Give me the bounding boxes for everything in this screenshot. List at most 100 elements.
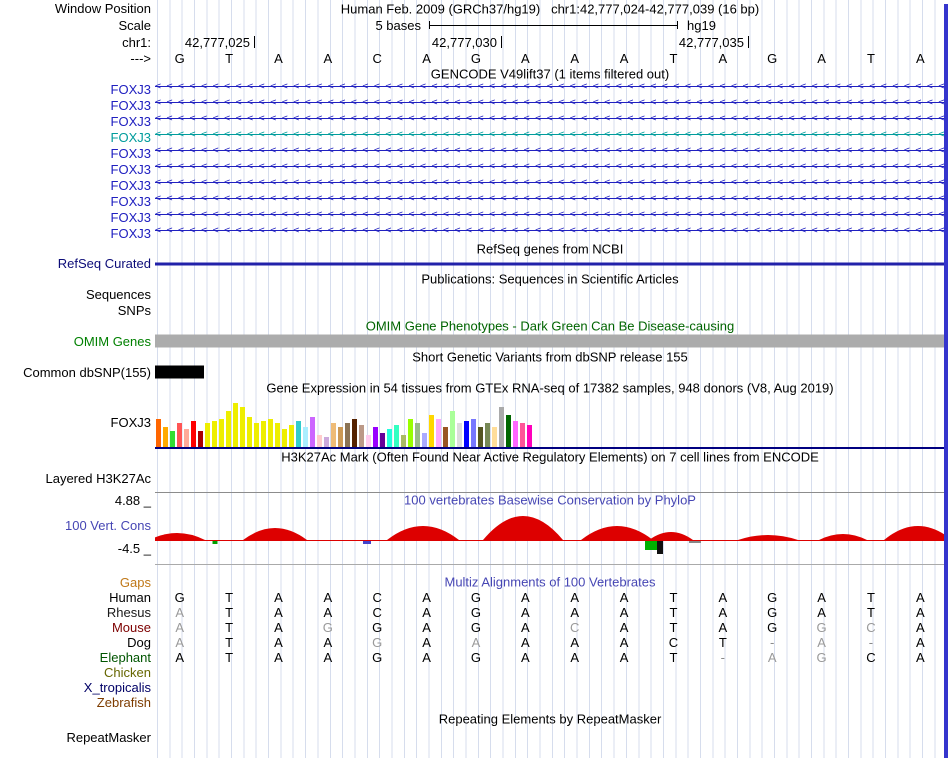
gtex-bar[interactable] — [261, 421, 266, 447]
gtex-bar[interactable] — [345, 423, 350, 447]
transcript-arrow-line[interactable]: <<<<<<<<<<<<<<<<<<<<<<<<<<<<<<<<<<<<<<<<… — [155, 113, 945, 125]
gtex-bar[interactable] — [422, 433, 427, 447]
species-label[interactable]: Dog — [0, 635, 155, 650]
gtex-bar[interactable] — [233, 403, 238, 447]
gtex-bar[interactable] — [394, 425, 399, 447]
gtex-bar[interactable] — [303, 427, 308, 447]
gtex-bar[interactable] — [296, 421, 301, 447]
gtex-bar[interactable] — [331, 423, 336, 447]
common-dbsnp-label[interactable]: Common dbSNP(155) — [0, 365, 155, 380]
gencode-transcript-label[interactable]: FOXJ3 — [0, 82, 155, 97]
transcript-arrow-line[interactable]: <<<<<<<<<<<<<<<<<<<<<<<<<<<<<<<<<<<<<<<<… — [155, 177, 945, 189]
gtex-bar[interactable] — [310, 417, 315, 447]
refseq-gene-bar[interactable] — [155, 262, 945, 265]
gtex-bar[interactable] — [506, 415, 511, 447]
gtex-bar[interactable] — [289, 425, 294, 447]
transcript-arrow-line[interactable]: <<<<<<<<<<<<<<<<<<<<<<<<<<<<<<<<<<<<<<<<… — [155, 129, 945, 141]
gtex-bar[interactable] — [429, 415, 434, 447]
gtex-bar[interactable] — [163, 427, 168, 447]
gtex-bar[interactable] — [170, 431, 175, 447]
gtex-bar[interactable] — [156, 419, 161, 447]
gtex-bar[interactable] — [177, 423, 182, 447]
gtex-bar[interactable] — [373, 427, 378, 447]
gtex-bar[interactable] — [499, 407, 504, 447]
species-label[interactable]: Zebrafish — [0, 695, 155, 710]
gtex-bar[interactable] — [254, 423, 259, 447]
gtex-bar[interactable] — [198, 431, 203, 447]
gtex-bar[interactable] — [387, 429, 392, 447]
gtex-bar[interactable] — [485, 423, 490, 447]
gtex-bar[interactable] — [380, 433, 385, 447]
species-label[interactable]: X_tropicalis — [0, 680, 155, 695]
gencode-transcript-label[interactable]: FOXJ3 — [0, 194, 155, 209]
snps-label[interactable]: SNPs — [0, 303, 155, 318]
gencode-transcript-label[interactable]: FOXJ3 — [0, 226, 155, 241]
transcript-arrow-line[interactable]: <<<<<<<<<<<<<<<<<<<<<<<<<<<<<<<<<<<<<<<<… — [155, 145, 945, 157]
gaps-label[interactable]: Gaps — [0, 575, 155, 590]
sequence-base: G — [174, 50, 185, 66]
gtex-bar-chart[interactable] — [156, 397, 534, 447]
omim-genes-label[interactable]: OMIM Genes — [0, 334, 155, 349]
refseq-curated-label[interactable]: RefSeq Curated — [0, 256, 155, 271]
gtex-bar[interactable] — [450, 411, 455, 447]
gtex-bar[interactable] — [275, 423, 280, 447]
species-label[interactable]: Mouse — [0, 620, 155, 635]
gtex-bar[interactable] — [457, 423, 462, 447]
transcript-arrow-line[interactable]: <<<<<<<<<<<<<<<<<<<<<<<<<<<<<<<<<<<<<<<<… — [155, 97, 945, 109]
gencode-transcript-label[interactable]: FOXJ3 — [0, 146, 155, 161]
gtex-bar[interactable] — [401, 435, 406, 447]
layered-h3k27ac-label[interactable]: Layered H3K27Ac — [0, 471, 155, 486]
gtex-bar[interactable] — [359, 425, 364, 447]
repeatmasker-label[interactable]: RepeatMasker — [0, 730, 155, 745]
gtex-bar[interactable] — [324, 437, 329, 447]
species-label[interactable]: Chicken — [0, 665, 155, 680]
gtex-bar[interactable] — [205, 423, 210, 447]
gtex-bar[interactable] — [513, 421, 518, 447]
gtex-bar[interactable] — [415, 423, 420, 447]
gencode-transcript-label[interactable]: FOXJ3 — [0, 114, 155, 129]
sequences-label[interactable]: Sequences — [0, 287, 155, 302]
gtex-gene-label[interactable]: FOXJ3 — [0, 415, 155, 430]
gtex-bar[interactable] — [247, 417, 252, 447]
gencode-title: GENCODE V49lift37 (1 items filtered out) — [430, 66, 670, 81]
gtex-bar[interactable] — [436, 419, 441, 447]
gtex-bar[interactable] — [219, 419, 224, 447]
gtex-bar[interactable] — [527, 425, 532, 447]
gtex-bar[interactable] — [366, 435, 371, 447]
transcript-arrow-line[interactable]: <<<<<<<<<<<<<<<<<<<<<<<<<<<<<<<<<<<<<<<<… — [155, 193, 945, 205]
gtex-bar[interactable] — [520, 423, 525, 447]
transcript-arrow-line[interactable]: <<<<<<<<<<<<<<<<<<<<<<<<<<<<<<<<<<<<<<<<… — [155, 225, 945, 237]
gtex-bar[interactable] — [317, 435, 322, 447]
phylop-track-label[interactable]: 100 Vert. Cons — [65, 518, 151, 533]
phylop-conservation-plot[interactable] — [149, 508, 950, 556]
gtex-bar[interactable] — [268, 419, 273, 447]
species-label[interactable]: Rhesus — [0, 605, 155, 620]
gtex-bar[interactable] — [464, 421, 469, 447]
gtex-bar[interactable] — [191, 421, 196, 447]
gencode-transcript-label[interactable]: FOXJ3 — [0, 178, 155, 193]
species-label[interactable]: Elephant — [0, 650, 155, 665]
gencode-transcript-label[interactable]: FOXJ3 — [0, 98, 155, 113]
gtex-bar[interactable] — [240, 407, 245, 447]
snp-variant-bar[interactable] — [155, 365, 204, 379]
gtex-bar[interactable] — [226, 411, 231, 447]
transcript-arrow-line[interactable]: <<<<<<<<<<<<<<<<<<<<<<<<<<<<<<<<<<<<<<<<… — [155, 161, 945, 173]
gtex-bar[interactable] — [478, 427, 483, 447]
species-label[interactable]: Human — [0, 590, 155, 605]
gtex-bar[interactable] — [443, 427, 448, 447]
gtex-bar[interactable] — [352, 419, 357, 447]
gtex-bar[interactable] — [184, 429, 189, 447]
gtex-bar[interactable] — [408, 419, 413, 447]
gtex-bar[interactable] — [492, 427, 497, 447]
omim-gene-bar[interactable] — [155, 334, 945, 348]
transcript-arrow-line[interactable]: <<<<<<<<<<<<<<<<<<<<<<<<<<<<<<<<<<<<<<<<… — [155, 81, 945, 93]
gencode-transcript-label[interactable]: FOXJ3 — [0, 130, 155, 145]
gtex-bar[interactable] — [338, 427, 343, 447]
gtex-bar[interactable] — [471, 419, 476, 447]
gencode-transcript-label[interactable]: FOXJ3 — [0, 210, 155, 225]
transcript-arrow-line[interactable]: <<<<<<<<<<<<<<<<<<<<<<<<<<<<<<<<<<<<<<<<… — [155, 209, 945, 221]
alignment-base: A — [520, 650, 530, 665]
gtex-bar[interactable] — [212, 421, 217, 447]
gencode-transcript-label[interactable]: FOXJ3 — [0, 162, 155, 177]
gtex-bar[interactable] — [282, 429, 287, 447]
